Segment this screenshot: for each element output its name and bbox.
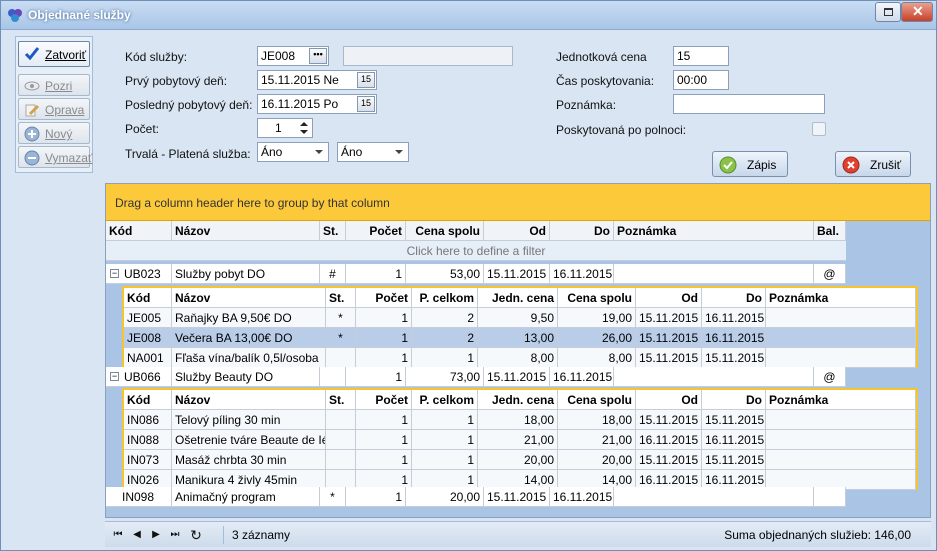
permanent-paid-label: Trvalá - Platená služba: (125, 147, 251, 161)
close-button[interactable]: ✕ (901, 2, 933, 22)
time-label: Čas poskytovania: (556, 74, 655, 88)
after-midnight-label: Poskytovaná po polnoci: (556, 123, 687, 137)
column-header-pocet[interactable]: Počet (346, 221, 406, 241)
main-window: Objednané služby ✕ Zatvoriť Pozri Oprava… (0, 0, 937, 551)
after-midnight-checkbox[interactable] (812, 122, 826, 136)
calendar-icon[interactable]: 15 (357, 72, 375, 88)
cancel-icon (842, 156, 860, 174)
plus-icon (24, 126, 40, 142)
collapse-icon[interactable]: − (110, 269, 119, 278)
action-toolbar: Zatvoriť Pozri Oprava Nový Vymazať (15, 36, 93, 173)
restore-button[interactable] (875, 2, 901, 22)
column-header-od[interactable]: Od (484, 221, 550, 241)
list-item[interactable]: JE005 Raňajky BA 9,50€ DO * 1 2 9,50 19,… (124, 308, 916, 328)
list-item[interactable]: IN086 Telový píling 30 min 1 1 18,00 18,… (124, 410, 916, 430)
chevron-down-icon (315, 150, 323, 154)
collapse-icon[interactable]: − (110, 372, 119, 381)
close-icon: ✕ (912, 3, 924, 19)
status-separator (223, 526, 224, 544)
column-header-poznamka[interactable]: Poznámka (614, 221, 814, 241)
restore-icon (884, 8, 893, 16)
previous-record-icon[interactable]: ◀ (130, 528, 144, 542)
service-lookup-button[interactable]: ••• (309, 48, 327, 64)
last-record-icon[interactable]: ⏭ (168, 528, 182, 542)
save-button[interactable]: Zápis (712, 151, 788, 177)
cancel-button[interactable]: Zrušiť (835, 151, 911, 177)
window-title: Objednané služby (28, 8, 131, 22)
minus-icon (24, 150, 40, 166)
new-button[interactable]: Nový (18, 122, 90, 144)
calendar-icon[interactable]: 15 (357, 96, 375, 112)
spinner-arrows-icon[interactable] (297, 119, 311, 137)
status-bar: ⏮ ◀ ▶ ⏭ ↻ 3 záznamy Suma objednaných slu… (105, 521, 931, 547)
pencil-icon (25, 104, 40, 117)
services-total: Suma objednaných služieb: 146,00 (724, 528, 911, 542)
detail-grid: Kód Názov St. Počet P. celkom Jedn. cena… (122, 388, 918, 490)
list-item[interactable]: IN073 Masáž chrbta 30 min 1 1 20,00 20,0… (124, 450, 916, 470)
delete-button[interactable]: Vymazať (18, 146, 92, 168)
note-label: Poznámka: (556, 98, 617, 112)
column-header-st[interactable]: St. (320, 221, 346, 241)
title-bar: Objednané služby ✕ (1, 1, 936, 30)
service-description-field (343, 46, 513, 66)
services-grid: Drag a column header here to group by th… (105, 183, 931, 518)
column-header-bal[interactable]: Bal. (814, 221, 846, 241)
unit-price-input[interactable]: 15 (673, 46, 729, 66)
column-header-nazov[interactable]: Názov (172, 221, 320, 241)
column-header-do[interactable]: Do (550, 221, 614, 241)
edit-button[interactable]: Oprava (18, 98, 90, 120)
ok-icon (719, 156, 737, 174)
paid-select[interactable]: Áno (337, 142, 409, 162)
app-icon (8, 9, 22, 22)
next-record-icon[interactable]: ▶ (149, 528, 163, 542)
table-row[interactable]: − UB066 Služby Beauty DO 1 73,00 15.11.20… (106, 367, 846, 387)
grid-header: Kód Názov St. Počet Cena spolu Od Do Poz… (106, 221, 846, 241)
note-input[interactable] (673, 94, 825, 114)
list-item[interactable]: IN088 Ošetrenie tváre Beaute de Ié 1 1 2… (124, 430, 916, 450)
table-row[interactable]: − UB023 Služby pobyt DO # 1 53,00 15.11.2… (106, 264, 846, 284)
filter-row[interactable]: Click here to define a filter (106, 241, 846, 261)
list-item[interactable]: NA001 Fľaša vína/balík 0,5l/osoba 1 1 8,… (124, 348, 916, 368)
record-count: 3 záznamy (232, 528, 291, 542)
last-day-label: Posledný pobytový deň: (125, 98, 253, 112)
view-button[interactable]: Pozri (18, 74, 90, 96)
count-label: Počet: (125, 122, 160, 136)
first-record-icon[interactable]: ⏮ (111, 528, 125, 542)
service-code-input[interactable]: JE008 ••• (257, 46, 329, 66)
eye-icon (24, 81, 40, 91)
first-day-label: Prvý pobytový deň: (125, 74, 228, 88)
count-stepper[interactable]: 1 (257, 118, 313, 138)
refresh-icon[interactable]: ↻ (189, 528, 203, 542)
chevron-down-icon (395, 150, 403, 154)
detail-header: Kód Názov St. Počet P. celkom Jedn. cena… (124, 390, 916, 410)
service-code-label: Kód služby: (125, 50, 188, 64)
column-header-kod[interactable]: Kód (106, 221, 172, 241)
checkmark-icon (24, 47, 40, 61)
group-by-panel[interactable]: Drag a column header here to group by th… (106, 184, 930, 221)
close-form-button[interactable]: Zatvoriť (18, 41, 90, 67)
detail-grid: Kód Názov St. Počet P. celkom Jedn. cena… (122, 286, 918, 368)
list-item-selected[interactable]: JE008 Večera BA 13,00€ DO * 1 2 13,00 26… (124, 328, 916, 348)
detail-header: Kód Názov St. Počet P. celkom Jedn. cena… (124, 288, 916, 308)
first-day-input[interactable]: 15.11.2015 Ne 15 (257, 70, 377, 90)
table-row[interactable]: IN098 Animačný program * 1 20,00 15.11.2… (106, 487, 846, 507)
time-input[interactable]: 00:00 (673, 70, 729, 90)
unit-price-label: Jednotková cena (556, 50, 647, 64)
permanent-select[interactable]: Áno (257, 142, 329, 162)
column-header-cena[interactable]: Cena spolu (406, 221, 484, 241)
last-day-input[interactable]: 16.11.2015 Po 15 (257, 94, 377, 114)
